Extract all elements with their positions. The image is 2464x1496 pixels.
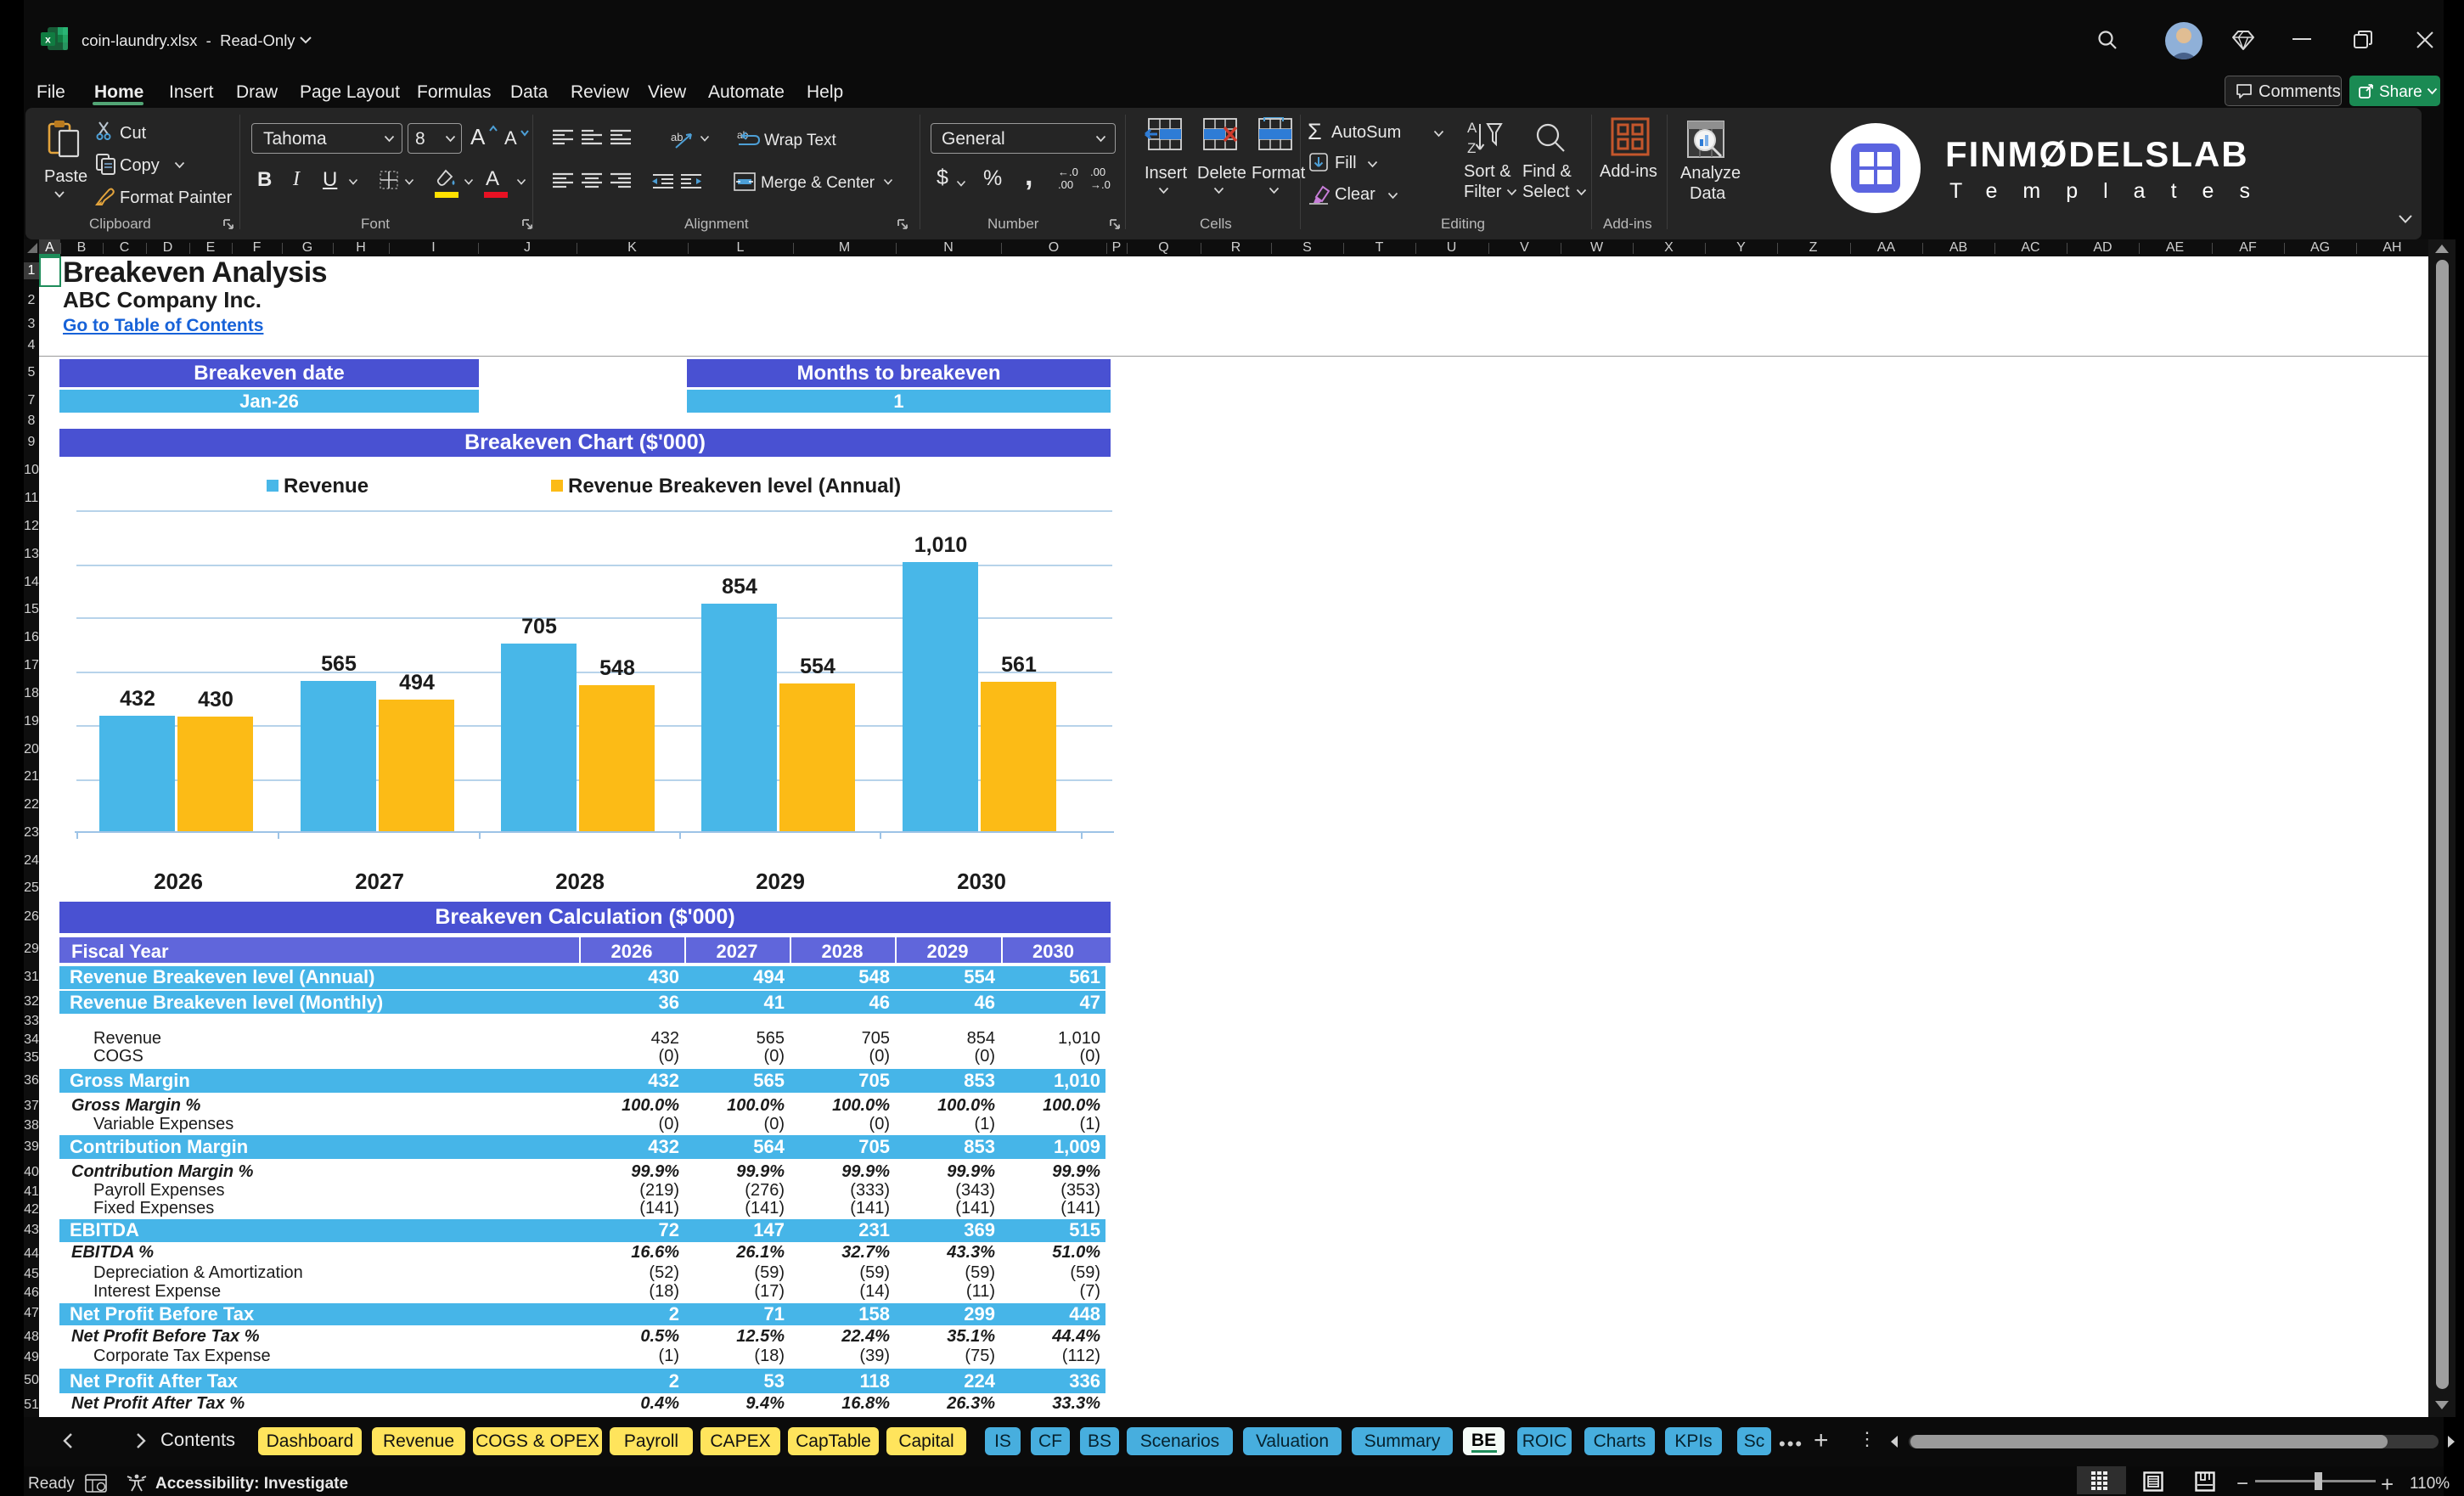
svg-text:A: A — [1467, 120, 1477, 136]
svg-text:x: x — [45, 34, 51, 46]
svg-text:ab: ab — [671, 131, 683, 143]
svg-text:Z: Z — [1467, 140, 1476, 156]
